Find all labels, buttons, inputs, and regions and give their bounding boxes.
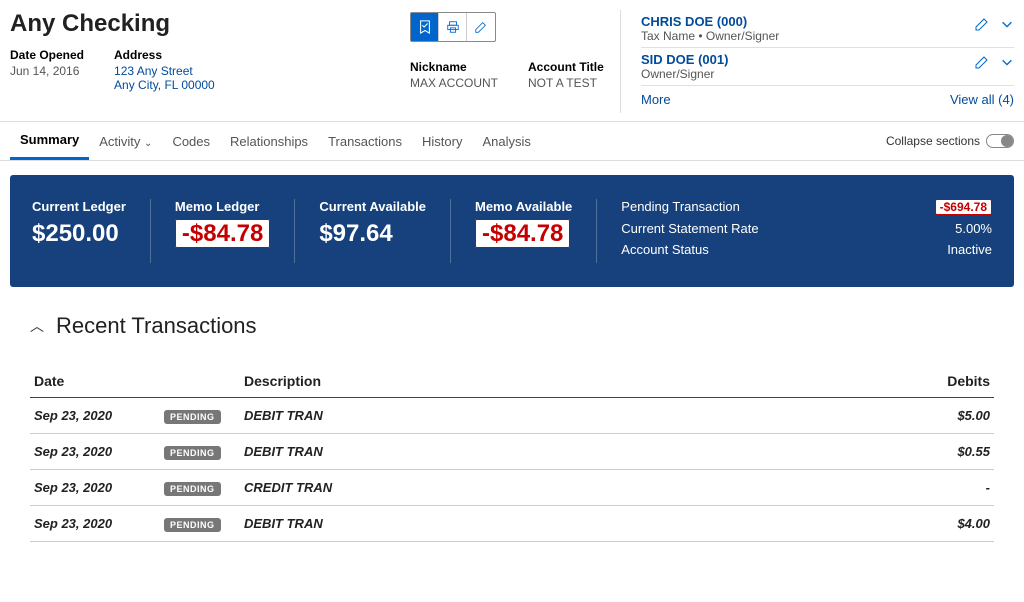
edit-button[interactable]	[467, 13, 495, 41]
header-toolbar	[410, 12, 496, 42]
cell-date: Sep 23, 2020	[30, 470, 160, 506]
person-row: CHRIS DOE (000) Tax Name • Owner/Signer	[641, 10, 1014, 48]
col-description: Description	[240, 365, 733, 398]
cell-description: DEBIT TRAN	[240, 434, 733, 470]
chevron-down-icon[interactable]	[1000, 55, 1014, 69]
cell-debit: $5.00	[733, 398, 994, 434]
pending-badge: PENDING	[164, 446, 221, 460]
table-row[interactable]: Sep 23, 2020 PENDING DEBIT TRAN$4.00	[30, 506, 994, 542]
tab-transactions[interactable]: Transactions	[318, 124, 412, 159]
address-line1[interactable]: 123 Any Street	[114, 64, 215, 78]
account-title: Any Checking	[10, 10, 410, 38]
memo-ledger-label: Memo Ledger	[175, 199, 270, 214]
tab-bar: Summary Activity ⌄ Codes Relationships T…	[0, 121, 1024, 161]
cell-date: Sep 23, 2020	[30, 434, 160, 470]
chevron-down-icon: ⌄	[144, 138, 152, 149]
person-role: Owner/Signer	[641, 67, 728, 81]
view-all-link[interactable]: View all (4)	[950, 92, 1014, 107]
edit-person-icon[interactable]	[974, 16, 990, 32]
pending-badge: PENDING	[164, 410, 221, 424]
statement-rate-value: 5.00%	[955, 221, 992, 236]
memo-ledger-value: -$84.78	[175, 219, 270, 248]
pending-badge: PENDING	[164, 482, 221, 496]
pending-transaction-value: -$694.78	[935, 199, 992, 215]
current-ledger-label: Current Ledger	[32, 199, 126, 214]
tab-summary[interactable]: Summary	[10, 122, 89, 160]
date-opened-value: Jun 14, 2016	[10, 64, 84, 78]
memo-available-value: -$84.78	[475, 219, 570, 248]
cell-description: DEBIT TRAN	[240, 398, 733, 434]
account-title-value: NOT A TEST	[528, 76, 604, 90]
print-button[interactable]	[439, 13, 467, 41]
cell-description: CREDIT TRAN	[240, 470, 733, 506]
recent-transactions-section: ︿ Recent Transactions Date Description D…	[30, 313, 994, 542]
person-role: Tax Name • Owner/Signer	[641, 29, 779, 43]
col-debits: Debits	[733, 365, 994, 398]
bookmark-button[interactable]	[411, 13, 439, 41]
tab-activity[interactable]: Activity ⌄	[89, 124, 162, 159]
tab-history[interactable]: History	[412, 124, 472, 159]
address-label: Address	[114, 48, 215, 62]
cell-date: Sep 23, 2020	[30, 398, 160, 434]
chevron-down-icon[interactable]	[1000, 17, 1014, 31]
more-link[interactable]: More	[641, 92, 671, 107]
table-row[interactable]: Sep 23, 2020 PENDING CREDIT TRAN-	[30, 470, 994, 506]
collapse-label: Collapse sections	[886, 134, 980, 148]
cell-debit: $0.55	[733, 434, 994, 470]
person-name-link[interactable]: CHRIS DOE (000)	[641, 14, 779, 29]
account-status-label: Account Status	[621, 242, 708, 257]
date-opened-label: Date Opened	[10, 48, 84, 62]
recent-transactions-title: Recent Transactions	[56, 313, 257, 339]
tab-relationships[interactable]: Relationships	[220, 124, 318, 159]
edit-person-icon[interactable]	[974, 54, 990, 70]
current-available-value: $97.64	[319, 220, 426, 248]
account-title-label: Account Title	[528, 60, 604, 74]
address-line2[interactable]: Any City, FL 00000	[114, 78, 215, 92]
toggle-icon	[986, 134, 1014, 148]
person-name-link[interactable]: SID DOE (001)	[641, 52, 728, 67]
nickname-value: MAX ACCOUNT	[410, 76, 498, 90]
pending-transaction-label: Pending Transaction	[621, 199, 740, 215]
tab-analysis[interactable]: Analysis	[472, 124, 540, 159]
summary-band: Current Ledger $250.00 Memo Ledger -$84.…	[10, 175, 1014, 287]
statement-rate-label: Current Statement Rate	[621, 221, 758, 236]
cell-description: DEBIT TRAN	[240, 506, 733, 542]
tab-codes[interactable]: Codes	[162, 124, 220, 159]
person-row: SID DOE (001) Owner/Signer	[641, 48, 1014, 86]
table-row[interactable]: Sep 23, 2020 PENDING DEBIT TRAN$0.55	[30, 434, 994, 470]
cell-debit: $4.00	[733, 506, 994, 542]
chevron-up-icon[interactable]: ︿	[30, 316, 44, 336]
nickname-label: Nickname	[410, 60, 498, 74]
collapse-sections-toggle[interactable]: Collapse sections	[886, 134, 1014, 148]
recent-transactions-table: Date Description Debits Sep 23, 2020 PEND…	[30, 365, 994, 542]
col-date: Date	[30, 365, 160, 398]
current-available-label: Current Available	[319, 199, 426, 214]
memo-available-label: Memo Available	[475, 199, 572, 214]
cell-date: Sep 23, 2020	[30, 506, 160, 542]
pending-badge: PENDING	[164, 518, 221, 532]
table-row[interactable]: Sep 23, 2020 PENDING DEBIT TRAN$5.00	[30, 398, 994, 434]
cell-debit: -	[733, 470, 994, 506]
account-status-value: Inactive	[947, 242, 992, 257]
tab-activity-label: Activity	[99, 134, 140, 149]
current-ledger-value: $250.00	[32, 220, 126, 248]
